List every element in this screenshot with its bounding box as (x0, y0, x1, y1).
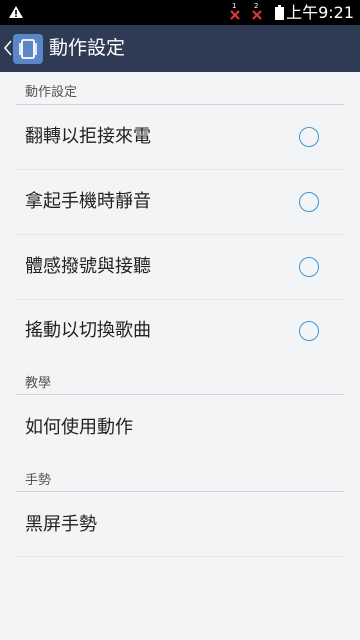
warning-icon (9, 6, 23, 18)
list-item-motion-dial[interactable]: 體感撥號與接聽 (0, 235, 360, 299)
app-bar: 動作設定 (0, 25, 360, 72)
toggle-radio[interactable] (299, 257, 319, 277)
sim2-no-signal-icon: 2 (250, 3, 264, 23)
list-item-label: 搖動以切換歌曲 (25, 320, 151, 341)
list-item-label: 翻轉以拒接來電 (25, 126, 151, 147)
section-header-tutorial: 教學 (25, 376, 52, 391)
list-item-label: 如何使用動作 (25, 417, 133, 438)
section-header-motion-settings: 動作設定 (25, 85, 78, 100)
toggle-radio[interactable] (299, 321, 319, 341)
sim2-label: 2 (254, 2, 259, 10)
list-item-label: 拿起手機時靜音 (25, 191, 151, 212)
status-bar: 1 2 上午9:21 (0, 0, 360, 25)
chevron-left-icon (4, 40, 12, 56)
list-item-screen-off-gestures[interactable]: 黑屏手勢 (0, 492, 360, 556)
back-button[interactable] (0, 25, 48, 72)
list-item-flip-to-reject[interactable]: 翻轉以拒接來電 (0, 105, 360, 169)
list-item-label: 體感撥號與接聽 (25, 256, 151, 277)
toggle-radio[interactable] (299, 127, 319, 147)
motion-app-icon (13, 34, 43, 64)
sim1-label: 1 (232, 2, 237, 10)
section-header-gestures: 手勢 (25, 473, 52, 488)
row-divider (16, 556, 344, 557)
list-item-shake-switch-song[interactable]: 搖動以切換歌曲 (0, 300, 360, 362)
status-clock: 上午9:21 (286, 3, 354, 22)
page-title: 動作設定 (49, 37, 126, 59)
list-item-how-to-use[interactable]: 如何使用動作 (0, 395, 360, 459)
sim1-no-signal-icon: 1 (228, 3, 242, 23)
list-item-label: 黑屏手勢 (25, 514, 97, 535)
list-item-pickup-mute[interactable]: 拿起手機時靜音 (0, 170, 360, 234)
toggle-radio[interactable] (299, 192, 319, 212)
battery-icon (275, 5, 284, 20)
